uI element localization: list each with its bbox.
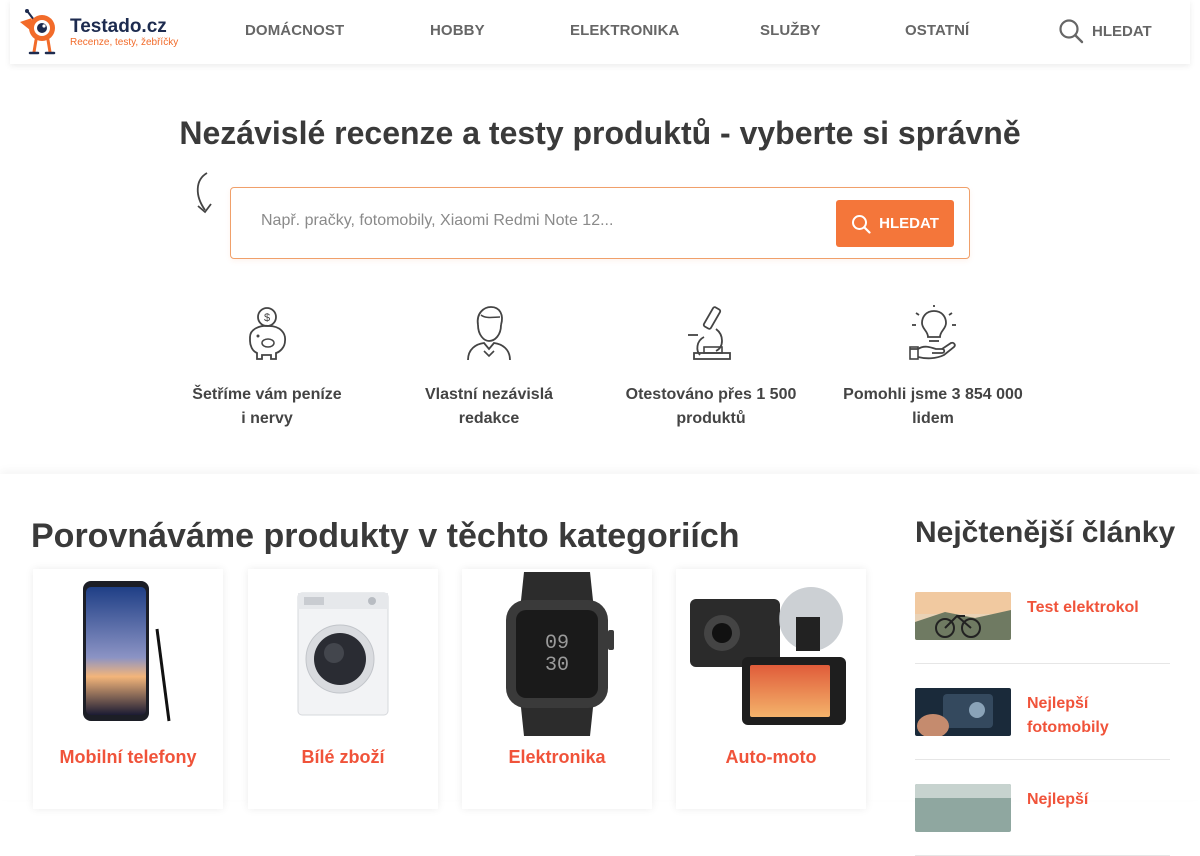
nav-search-button[interactable]: HLEDAT — [1058, 18, 1152, 44]
category-card-phones[interactable]: Mobilní telefony — [33, 569, 223, 809]
article-title: Nejlepší — [1027, 791, 1089, 808]
feature-label-line2: produktů — [676, 410, 746, 427]
smartwatch-image: 09 30 — [506, 572, 614, 736]
category-card-auto-moto[interactable]: Auto-moto — [676, 569, 866, 809]
content-section: Porovnáváme produkty v těchto kategoriíc… — [0, 474, 1200, 856]
category-label: Mobilní telefony — [59, 747, 197, 767]
feature-label-line2: redakce — [458, 410, 520, 427]
hero-title: Nezávislé recenze a testy produktů - vyb… — [179, 115, 1021, 151]
hero-search-button-label: HLEDAT — [879, 215, 939, 232]
feature-label-line1: Vlastní nezávislá — [424, 386, 554, 403]
popular-articles-title: Nejčtenější články — [915, 516, 1176, 549]
feature-label: Otestováno přes 1 500 produktů — [611, 383, 811, 431]
category-image — [248, 569, 438, 739]
feature-helped: Pomohli jsme 3 854 000 lidem — [833, 305, 1033, 431]
article-item[interactable]: Nejlepší — [915, 760, 1170, 856]
feature-label-line2: lidem — [912, 410, 954, 427]
nav-item-hobby[interactable]: HOBBY — [430, 22, 485, 39]
feature-label-line1: Otestováno přes 1 500 — [625, 386, 797, 403]
search-icon — [1059, 19, 1084, 44]
feature-label-line2: i nervy — [241, 410, 293, 427]
article-thumbnail — [915, 592, 1011, 640]
lightbulb-hand-icon — [909, 305, 956, 360]
nav-item-elektronika[interactable]: ELEKTRONIKA — [570, 22, 679, 39]
search-icon — [852, 214, 871, 234]
category-card-white-goods[interactable]: Bílé zboží — [248, 569, 438, 809]
dashcam-image — [690, 587, 846, 725]
site-logo[interactable]: Testado.cz Recenze, testy, žebříčky — [18, 8, 178, 56]
article-thumbnail — [915, 784, 1011, 832]
svg-text:$: $ — [264, 312, 270, 324]
washing-machine-image — [297, 592, 389, 716]
piggy-bank-icon: $ — [249, 307, 286, 360]
feature-label: Pomohli jsme 3 854 000 lidem — [833, 383, 1033, 431]
mascot-logo-icon — [20, 9, 56, 55]
article-item[interactable]: Test elektrokol — [915, 568, 1170, 664]
feature-editors: Vlastní nezávislá redakce — [389, 305, 589, 431]
svg-text:30: 30 — [545, 654, 569, 677]
category-image: 09 30 — [462, 569, 652, 739]
category-image — [676, 569, 866, 739]
hero-search-button[interactable]: HLEDAT — [836, 200, 954, 247]
hero-search-box: HLEDAT — [230, 187, 970, 259]
nav-item-sluzby[interactable]: SLUŽBY — [760, 22, 821, 39]
logo-text: Testado.cz Recenze, testy, žebříčky — [70, 17, 178, 48]
feature-label: Šetříme vám peníze i nervy — [167, 383, 367, 431]
editor-person-icon — [467, 306, 511, 361]
nav-search-label: HLEDAT — [1092, 22, 1152, 40]
feature-label-line1: Šetříme vám peníze — [192, 386, 342, 403]
categories-title: Porovnáváme produkty v těchto kategoriíc… — [31, 517, 740, 555]
feature-tested: Otestováno přes 1 500 produktů — [611, 305, 811, 431]
logo-name: Testado.cz — [70, 15, 167, 37]
feature-label: Vlastní nezávislá redakce — [389, 383, 589, 431]
site-header: Testado.cz Recenze, testy, žebříčky DOMÁ… — [10, 0, 1190, 64]
ebike-thumbnail-image — [915, 592, 1011, 640]
nav-item-domacnost[interactable]: DOMÁCNOST — [245, 22, 344, 39]
category-label: Auto-moto — [725, 747, 817, 767]
svg-text:09: 09 — [545, 632, 569, 655]
feature-savings: $ Šetříme vám peníze i nervy — [167, 305, 367, 431]
smartphone-image — [83, 581, 171, 722]
camera-phone-thumbnail-image — [915, 688, 1011, 736]
category-image — [33, 569, 223, 739]
category-card-electronics[interactable]: 09 30 Elektronika — [462, 569, 652, 809]
category-label: Elektronika — [508, 747, 606, 767]
article-item[interactable]: Nejlepší fotomobily — [915, 664, 1170, 760]
article-title: Nejlepší fotomobily — [1027, 695, 1109, 736]
hero-search-input[interactable] — [261, 212, 821, 230]
microscope-icon — [688, 306, 731, 360]
feature-label-line1: Pomohli jsme 3 854 000 — [843, 386, 1023, 403]
logo-tagline: Recenze, testy, žebříčky — [70, 36, 179, 48]
curved-arrow-icon — [196, 172, 212, 214]
article-thumbnail-image — [915, 784, 1011, 832]
article-thumbnail — [915, 688, 1011, 736]
article-title: Test elektrokol — [1027, 599, 1139, 616]
category-label: Bílé zboží — [301, 747, 385, 767]
nav-item-ostatni[interactable]: OSTATNÍ — [905, 22, 969, 39]
